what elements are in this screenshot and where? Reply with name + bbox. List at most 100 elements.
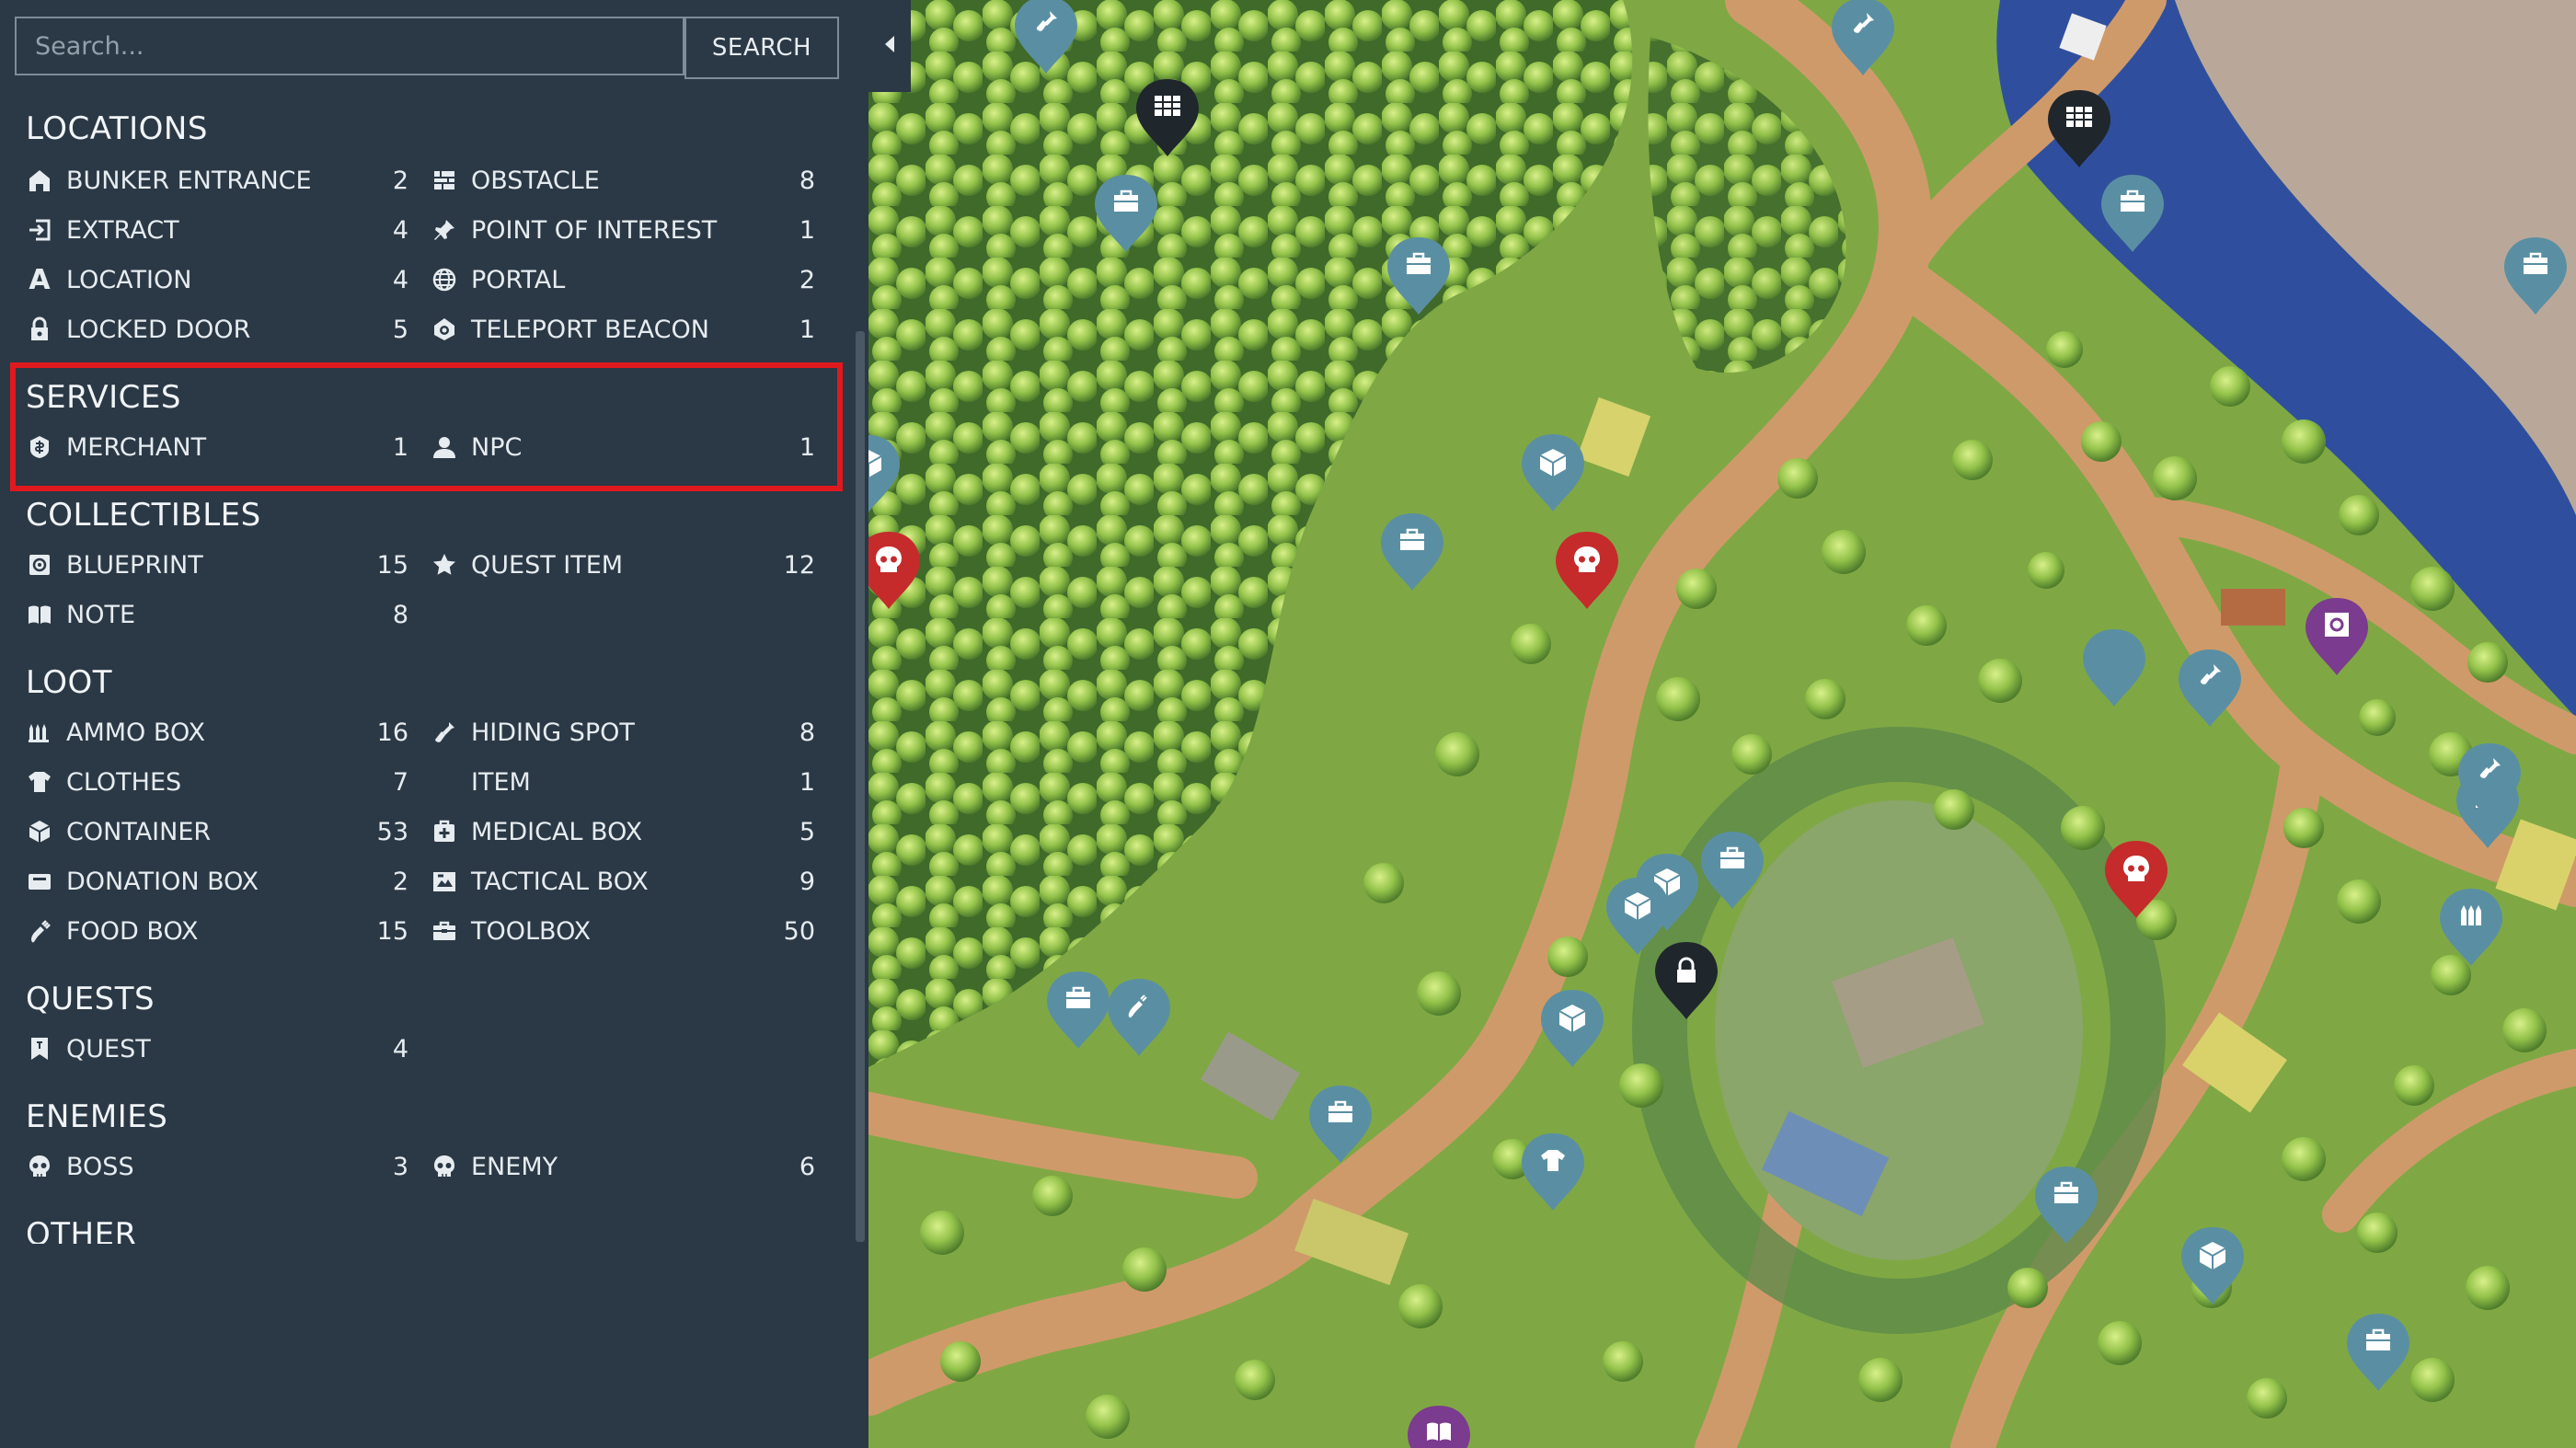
note-icon [26,601,53,628]
filter-label: EXTRACT [66,215,179,245]
filter-count: 1 [799,767,815,797]
filter-container[interactable]: CONTAINER 53 [26,809,408,855]
search-bar: SEARCH [15,17,839,79]
collapse-sidebar-button[interactable] [868,0,911,92]
marker-toolbox[interactable] [1381,513,1443,591]
filter-count: 6 [799,1152,815,1181]
marker-quest-book[interactable] [1408,1406,1470,1448]
services-highlight-box [10,362,843,491]
chevron-left-icon [882,34,897,58]
donation-icon [26,868,53,895]
filter-location[interactable]: A LOCATION 4 [26,257,408,303]
marker-ammo[interactable] [2440,889,2502,966]
ammo-icon [26,718,53,746]
search-button[interactable]: SEARCH [684,17,839,79]
filter-quest[interactable]: QUEST 4 [26,1026,408,1072]
filter-toolbox[interactable]: TOOLBOX 50 [431,908,815,954]
marker-container[interactable] [1541,990,1604,1067]
filter-extract[interactable]: EXTRACT 4 [26,207,408,253]
filter-count: 8 [392,600,408,629]
skull-icon [26,1153,53,1180]
toolbox-icon [431,917,458,945]
filter-donation-box[interactable]: DONATION BOX 2 [26,858,408,904]
category-title-enemies: ENEMIES [26,1098,168,1135]
filter-count: 8 [799,166,815,195]
marker-food-box[interactable] [1108,979,1170,1056]
bookmark-icon [26,1035,53,1063]
filter-medical-box[interactable]: MEDICAL BOX 5 [431,809,815,855]
filter-blueprint[interactable]: BLUEPRINT 15 [26,542,408,588]
marker-toolbox[interactable] [1047,971,1110,1049]
filter-label: NOTE [66,600,136,629]
marker-toolbox[interactable] [2035,1166,2098,1244]
marker-gate[interactable] [2048,90,2110,167]
map-markers-2 [1047,0,2567,1448]
marker-container[interactable] [1522,434,1584,511]
filter-label: TACTICAL BOX [471,867,649,896]
filter-portal[interactable]: PORTAL 2 [431,257,815,303]
filter-count: 15 [376,550,408,580]
filter-count: 12 [783,550,815,580]
filter-count: 2 [392,867,408,896]
marker-empty[interactable] [2083,629,2145,707]
blank-icon [431,768,458,796]
food-icon [26,917,53,945]
sidebar-scrollbar[interactable] [856,331,865,1242]
marker-toolbox[interactable] [2504,237,2567,315]
marker-toolbox[interactable] [2347,1314,2409,1391]
filter-count: 4 [392,215,408,245]
marker-locked-door[interactable] [1655,942,1718,1019]
marker-boss[interactable] [2105,841,2168,918]
category-title-other: OTHER [26,1216,137,1244]
shovel-icon [431,718,458,746]
filter-count: 1 [799,215,815,245]
filter-tactical-box[interactable]: TACTICAL BOX 9 [431,858,815,904]
filter-teleport-beacon[interactable]: TELEPORT BEACON 1 [431,306,815,352]
medkit-icon [431,818,458,845]
star-icon [431,551,458,579]
filter-label: BLUEPRINT [66,550,203,580]
filter-ammo-box[interactable]: AMMO BOX 16 [26,709,408,755]
marker-clothes[interactable] [1522,1133,1584,1211]
filter-count: 8 [799,718,815,747]
marker-toolbox[interactable] [1309,1086,1372,1163]
cube-icon [26,818,53,845]
filter-label: POINT OF INTEREST [471,215,718,245]
filter-hiding-spot[interactable]: HIDING SPOT 8 [431,709,815,755]
filter-clothes[interactable]: CLOTHES 7 [26,759,408,805]
obstacle-icon [431,167,458,194]
filter-item[interactable]: ITEM 1 [431,759,815,805]
filter-enemy[interactable]: ENEMY 6 [431,1143,815,1189]
filter-count: 5 [392,315,408,344]
filter-label: ITEM [471,767,531,797]
marker-boss[interactable] [1556,532,1618,609]
filter-locked-door[interactable]: LOCKED DOOR 5 [26,306,408,352]
category-title-quests: QUESTS [26,981,155,1017]
marker-toolbox[interactable] [1701,832,1764,909]
filter-label: OBSTACLE [471,166,600,195]
filter-label: HIDING SPOT [471,718,635,747]
filter-count: 3 [392,1152,408,1181]
filter-food-box[interactable]: FOOD BOX 15 [26,908,408,954]
marker-toolbox[interactable] [2101,175,2164,252]
filter-label: QUEST [66,1034,151,1063]
filter-boss[interactable]: BOSS 3 [26,1143,408,1189]
filter-note[interactable]: NOTE 8 [26,592,408,638]
search-input[interactable] [15,17,684,75]
map-view[interactable] [868,0,2576,1448]
sidebar: SEARCH LOCATIONS BUNKER ENTRANCE 2 OBSTA… [0,0,868,1448]
marker-purple[interactable] [2306,598,2368,675]
marker-hiding-spot[interactable] [2179,649,2241,727]
filter-obstacle[interactable]: OBSTACLE 8 [431,157,815,203]
marker-container[interactable] [1606,878,1669,955]
filter-bunker-entrance[interactable]: BUNKER ENTRANCE 2 [26,157,408,203]
lock-icon [26,316,53,343]
filter-point-of-interest[interactable]: POINT OF INTEREST 1 [431,207,815,253]
shirt-icon [26,768,53,796]
category-title-locations: LOCATIONS [26,110,208,147]
marker-container[interactable] [2181,1227,2244,1304]
filter-label: PORTAL [471,265,566,294]
filter-quest-item[interactable]: QUEST ITEM 12 [431,542,815,588]
filter-count: 4 [392,265,408,294]
marker-hiding-spot[interactable] [1832,0,1894,75]
